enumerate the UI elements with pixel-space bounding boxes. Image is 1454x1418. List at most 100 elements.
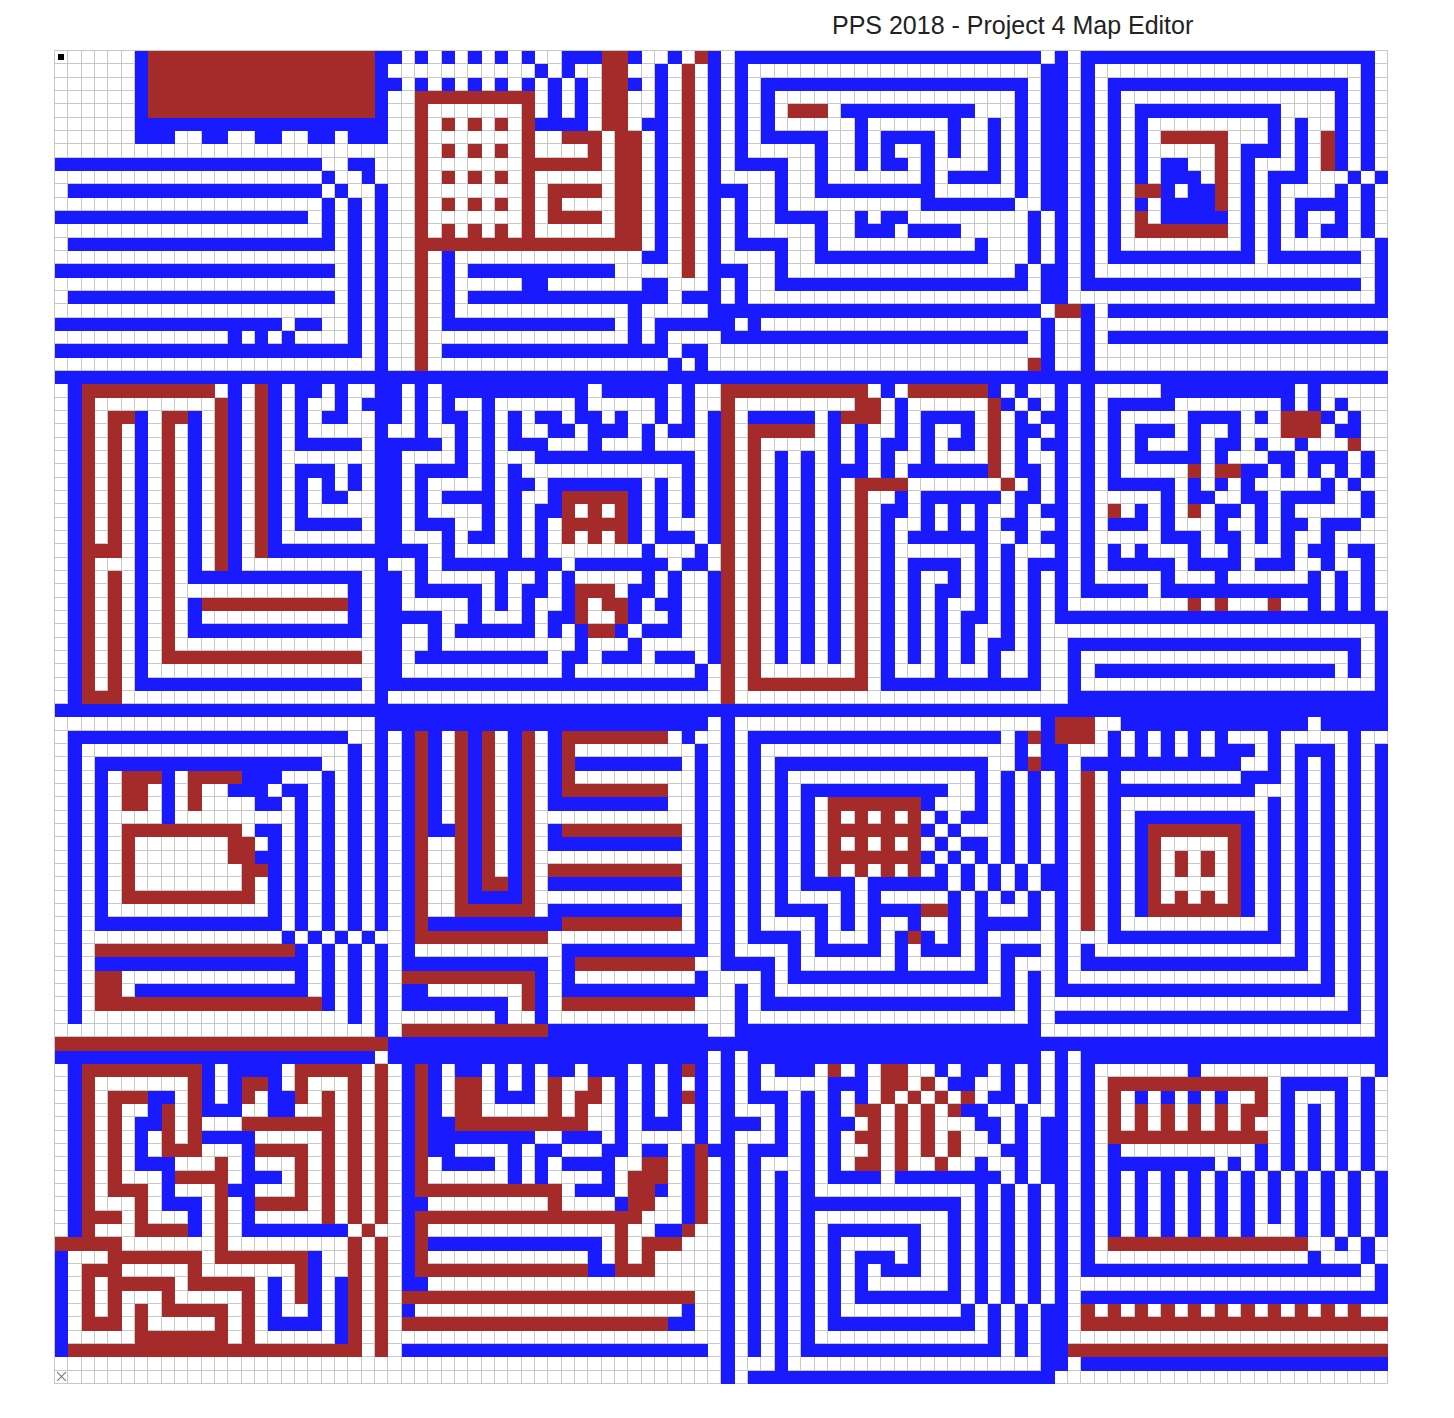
map-cell[interactable] xyxy=(788,131,801,144)
map-cell[interactable] xyxy=(948,304,961,317)
map-cell[interactable] xyxy=(1228,224,1241,237)
map-cell[interactable] xyxy=(402,304,415,317)
map-cell[interactable] xyxy=(228,264,241,277)
map-cell[interactable] xyxy=(721,131,734,144)
map-cell[interactable] xyxy=(1015,251,1028,264)
map-cell[interactable] xyxy=(602,51,615,64)
map-cell[interactable] xyxy=(82,304,95,317)
map-cell[interactable] xyxy=(522,144,535,157)
map-cell[interactable] xyxy=(308,144,321,157)
map-cell[interactable] xyxy=(1001,91,1014,104)
map-cell[interactable] xyxy=(1281,184,1294,197)
map-cell[interactable] xyxy=(1321,131,1334,144)
map-cell[interactable] xyxy=(855,198,868,211)
map-cell[interactable] xyxy=(695,118,708,131)
map-cell[interactable] xyxy=(188,251,201,264)
map-cell[interactable] xyxy=(895,171,908,184)
map-cell[interactable] xyxy=(508,91,521,104)
map-cell[interactable] xyxy=(95,251,108,264)
map-cell[interactable] xyxy=(175,171,188,184)
map-cell[interactable] xyxy=(761,304,774,317)
map-cell[interactable] xyxy=(1095,238,1108,251)
map-cell[interactable] xyxy=(468,238,481,251)
map-cell[interactable] xyxy=(1308,171,1321,184)
map-cell[interactable] xyxy=(522,118,535,131)
map-cell[interactable] xyxy=(761,131,774,144)
map-cell[interactable] xyxy=(695,64,708,77)
map-cell[interactable] xyxy=(615,158,628,171)
map-cell[interactable] xyxy=(1108,144,1121,157)
map-cell[interactable] xyxy=(508,264,521,277)
map-cell[interactable] xyxy=(535,211,548,224)
map-cell[interactable] xyxy=(1241,158,1254,171)
map-cell[interactable] xyxy=(602,211,615,224)
map-cell[interactable] xyxy=(468,251,481,264)
map-cell[interactable] xyxy=(748,144,761,157)
map-cell[interactable] xyxy=(228,171,241,184)
map-cell[interactable] xyxy=(362,158,375,171)
map-cell[interactable] xyxy=(255,104,268,117)
map-cell[interactable] xyxy=(1055,51,1068,64)
map-cell[interactable] xyxy=(935,91,948,104)
map-cell[interactable] xyxy=(735,171,748,184)
map-cell[interactable] xyxy=(455,264,468,277)
map-cell[interactable] xyxy=(575,51,588,64)
map-cell[interactable] xyxy=(188,224,201,237)
map-cell[interactable] xyxy=(948,238,961,251)
map-cell[interactable] xyxy=(1081,198,1094,211)
map-cell[interactable] xyxy=(682,198,695,211)
map-cell[interactable] xyxy=(548,104,561,117)
map-cell[interactable] xyxy=(495,291,508,304)
map-cell[interactable] xyxy=(268,264,281,277)
map-cell[interactable] xyxy=(68,118,81,131)
map-cell[interactable] xyxy=(508,78,521,91)
map-cell[interactable] xyxy=(1148,198,1161,211)
map-cell[interactable] xyxy=(148,171,161,184)
map-cell[interactable] xyxy=(1121,278,1134,291)
map-cell[interactable] xyxy=(1295,171,1308,184)
map-cell[interactable] xyxy=(841,64,854,77)
map-cell[interactable] xyxy=(162,224,175,237)
map-cell[interactable] xyxy=(148,131,161,144)
map-cell[interactable] xyxy=(108,158,121,171)
map-cell[interactable] xyxy=(1081,264,1094,277)
map-cell[interactable] xyxy=(588,51,601,64)
map-cell[interactable] xyxy=(695,144,708,157)
map-cell[interactable] xyxy=(948,251,961,264)
map-cell[interactable] xyxy=(642,118,655,131)
map-cell[interactable] xyxy=(668,51,681,64)
map-cell[interactable] xyxy=(495,104,508,117)
map-cell[interactable] xyxy=(1255,171,1268,184)
map-cell[interactable] xyxy=(1188,224,1201,237)
map-cell[interactable] xyxy=(68,211,81,224)
map-cell[interactable] xyxy=(335,211,348,224)
map-cell[interactable] xyxy=(1095,51,1108,64)
map-cell[interactable] xyxy=(1161,198,1174,211)
map-cell[interactable] xyxy=(268,211,281,224)
map-cell[interactable] xyxy=(948,211,961,224)
map-cell[interactable] xyxy=(442,211,455,224)
map-cell[interactable] xyxy=(428,198,441,211)
map-cell[interactable] xyxy=(362,291,375,304)
map-cell[interactable] xyxy=(1161,238,1174,251)
map-cell[interactable] xyxy=(655,91,668,104)
map-cell[interactable] xyxy=(1001,251,1014,264)
map-cell[interactable] xyxy=(602,238,615,251)
map-cell[interactable] xyxy=(1095,104,1108,117)
map-cell[interactable] xyxy=(562,304,575,317)
map-cell[interactable] xyxy=(55,144,68,157)
map-cell[interactable] xyxy=(255,198,268,211)
map-cell[interactable] xyxy=(801,131,814,144)
map-cell[interactable] xyxy=(1015,291,1028,304)
map-cell[interactable] xyxy=(588,278,601,291)
map-cell[interactable] xyxy=(535,144,548,157)
map-cell[interactable] xyxy=(228,78,241,91)
map-cell[interactable] xyxy=(1161,211,1174,224)
map-cell[interactable] xyxy=(1041,211,1054,224)
map-cell[interactable] xyxy=(1015,91,1028,104)
map-cell[interactable] xyxy=(175,198,188,211)
map-cell[interactable] xyxy=(961,304,974,317)
map-cell[interactable] xyxy=(1041,291,1054,304)
map-cell[interactable] xyxy=(975,224,988,237)
map-cell[interactable] xyxy=(1321,158,1334,171)
